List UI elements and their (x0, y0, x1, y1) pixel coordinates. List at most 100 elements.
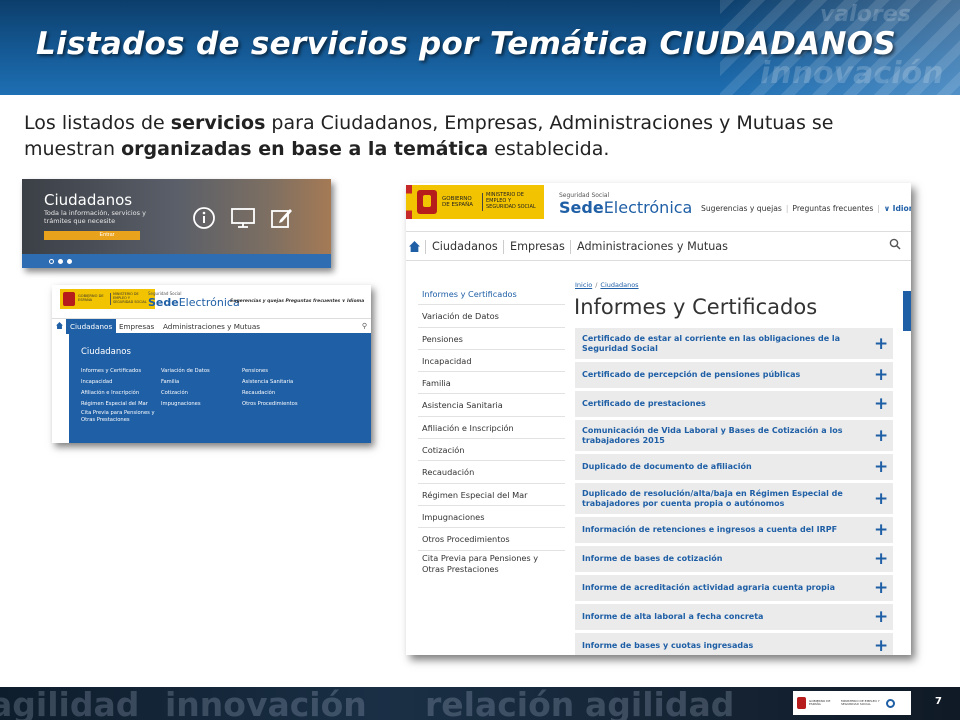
sidebar-item[interactable]: Afiliación e Inscripción (418, 417, 565, 440)
expand-icon[interactable]: + (874, 609, 888, 626)
monitor-icon[interactable] (230, 207, 256, 229)
dropdown-item[interactable]: Incapacidad (81, 377, 161, 388)
search-icon[interactable] (889, 238, 901, 250)
main-nav: Ciudadanos Empresas Administraciones y M… (52, 318, 371, 334)
enter-button[interactable]: Entrar (44, 231, 140, 240)
expand-icon[interactable]: + (874, 459, 888, 476)
tab-empresas[interactable]: Empresas (115, 319, 158, 334)
coat-of-arms-icon (417, 190, 437, 214)
expand-icon[interactable]: + (874, 638, 888, 655)
sidebar-item[interactable]: Asistencia Sanitaria (418, 394, 565, 417)
carousel-dot[interactable] (67, 259, 72, 264)
page-title: Informes y Certificados (574, 295, 818, 319)
expand-icon[interactable]: + (874, 427, 888, 444)
service-row[interactable]: Duplicado de resolución/alta/baja en Rég… (575, 483, 893, 514)
service-row[interactable]: Duplicado de documento de afiliación + (575, 454, 893, 480)
dropdown-item[interactable]: Informes y Certificados (81, 366, 161, 377)
sidebar-item[interactable]: Variación de Datos (418, 305, 565, 328)
tab-administraciones[interactable]: Administraciones y Mutuas (159, 319, 264, 334)
scrollbar-thumb[interactable] (903, 291, 911, 331)
sidebar-item[interactable]: Informes y Certificados (418, 283, 565, 306)
expand-icon[interactable]: + (874, 335, 888, 352)
dropdown-item[interactable]: Recaudación (242, 388, 298, 399)
dropdown-item[interactable]: Régimen Especial del Mar (81, 399, 161, 410)
ciudadanos-dropdown: Ciudadanos Informes y Certificados Incap… (69, 333, 371, 443)
expand-icon[interactable]: + (874, 580, 888, 597)
service-label: Duplicado de resolución/alta/baja en Rég… (582, 488, 843, 508)
service-row[interactable]: Certificado de percepción de pensiones p… (575, 362, 893, 388)
service-row[interactable]: Comunicación de Vida Laboral y Bases de … (575, 420, 893, 451)
dropdown-column: Pensiones Asistencia Sanitaria Recaudaci… (242, 366, 298, 410)
footer-deco-word: relación (425, 687, 575, 720)
suggestions-link[interactable]: Sugerencias y quejas (701, 204, 782, 213)
sidebar-item[interactable]: Régimen Especial del Mar (418, 484, 565, 506)
carousel-dot[interactable] (58, 259, 63, 264)
carousel-dot[interactable] (49, 259, 54, 264)
sidebar-item[interactable]: Otros Procedimientos (418, 528, 565, 551)
service-row[interactable]: Informe de bases de cotización + (575, 546, 893, 572)
service-row[interactable]: Informe de bases y cuotas ingresadas + (575, 633, 893, 655)
dropdown-item[interactable]: Pensiones (242, 366, 298, 377)
service-label: Informe de acreditación actividad agrari… (582, 583, 835, 593)
home-icon[interactable] (409, 241, 420, 252)
banner-description: Toda la información, servicios y trámite… (44, 209, 146, 226)
service-row[interactable]: Certificado de estar al corriente en las… (575, 328, 893, 359)
service-row[interactable]: Información de retenciones e ingresos a … (575, 517, 893, 543)
dropdown-item[interactable]: Familia (161, 377, 210, 388)
sidebar-item[interactable]: Impugnaciones (418, 506, 565, 529)
coat-of-arms-icon (63, 292, 75, 306)
dropdown-item[interactable]: Cotización (161, 388, 210, 399)
top-links: Sugerencias y quejas | Preguntas frecuente… (701, 204, 911, 213)
dropdown-item[interactable]: Asistencia Sanitaria (242, 377, 298, 388)
faq-link[interactable]: Preguntas frecuentes (792, 204, 873, 213)
flag-stripe (406, 185, 412, 219)
expand-icon[interactable]: + (874, 367, 888, 384)
nav-ciudadanos[interactable]: Ciudadanos (432, 240, 498, 253)
dropdown-item[interactable]: Variación de Datos (161, 366, 210, 377)
home-icon[interactable] (56, 322, 63, 329)
expand-icon[interactable]: + (874, 522, 888, 539)
dropdown-item[interactable]: Otros Procedimientos (242, 399, 298, 410)
dropdown-item[interactable]: Cita Previa para Pensiones y Otras Prest… (81, 410, 161, 424)
nav-administraciones[interactable]: Administraciones y Mutuas (577, 240, 728, 253)
language-selector[interactable]: ∨ Idioma (884, 204, 911, 213)
search-icon[interactable]: ⚲ (362, 322, 367, 330)
sidebar-item[interactable]: Familia (418, 372, 565, 395)
brand-logo[interactable]: SedeElectrónica (559, 198, 692, 217)
ciudadanos-banner[interactable]: Ciudadanos Toda la información, servicio… (22, 179, 331, 268)
nav-separator (570, 240, 571, 254)
sidebar-item[interactable]: Recaudación (418, 461, 565, 484)
breadcrumb-separator: / (595, 281, 598, 289)
service-row[interactable]: Certificado de prestaciones + (575, 391, 893, 417)
edit-icon[interactable] (270, 206, 294, 230)
expand-icon[interactable]: + (874, 490, 888, 507)
header-links[interactable]: Sugerencias y quejas Preguntas frecuente… (230, 299, 364, 304)
expand-icon[interactable]: + (874, 396, 888, 413)
main-nav: Ciudadanos Empresas Administraciones y M… (406, 231, 911, 261)
government-logo: GOBIERNO DE ESPAÑA MINISTERIO DE EMPLEO … (60, 289, 155, 309)
footer-band: agilidad innovación relación agilidad GO… (0, 687, 960, 720)
service-row[interactable]: Informe de alta laboral a fecha concreta… (575, 604, 893, 630)
menu-shot-header: GOBIERNO DE ESPAÑA MINISTERIO DE EMPLEO … (52, 285, 371, 315)
sidebar-item[interactable]: Incapacidad (418, 350, 565, 373)
footer-deco-word: innovación (165, 687, 367, 720)
dropdown-item[interactable]: Afiliación e Inscripción (81, 388, 161, 399)
sidebar-item[interactable]: Cita Previa para Pensiones y Otras Prest… (418, 551, 565, 579)
nav-empresas[interactable]: Empresas (510, 240, 565, 253)
breadcrumb-ciudadanos[interactable]: Ciudadanos (600, 281, 638, 289)
sidebar-item[interactable]: Cotización (418, 439, 565, 462)
tab-ciudadanos[interactable]: Ciudadanos (66, 319, 117, 334)
service-row[interactable]: Informe de acreditación actividad agrari… (575, 575, 893, 601)
banner-title: Ciudadanos (44, 191, 133, 209)
link-separator: | (785, 204, 789, 213)
footer-ministerio-text: MINISTERIO DE EMPLEO Y SEGURIDAD SOCIAL (841, 698, 880, 706)
sidebar-item[interactable]: Pensiones (418, 328, 565, 350)
service-label: Comunicación de Vida Laboral y Bases de … (582, 425, 843, 445)
brand-logo[interactable]: SedeElectrónica (148, 296, 240, 309)
service-label: Certificado de estar al corriente en las… (582, 333, 841, 353)
breadcrumb-home[interactable]: Inicio (575, 281, 592, 289)
info-icon[interactable] (192, 206, 216, 230)
dropdown-item[interactable]: Impugnaciones (161, 399, 210, 410)
expand-icon[interactable]: + (874, 551, 888, 568)
dropdown-column: Variación de Datos Familia Cotización Im… (161, 366, 210, 410)
